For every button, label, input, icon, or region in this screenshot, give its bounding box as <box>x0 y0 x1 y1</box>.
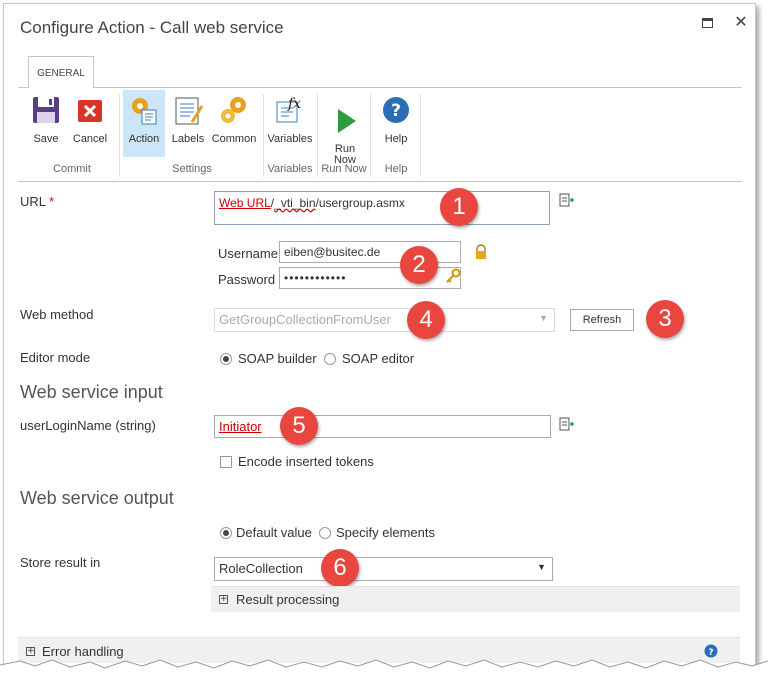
labels-label: Labels <box>171 133 205 145</box>
group-run-now-label: Run Now <box>321 163 367 175</box>
soap-builder-label: SOAP builder <box>238 351 317 366</box>
cancel-label: Cancel <box>72 133 108 145</box>
refresh-button[interactable]: Refresh <box>570 309 634 331</box>
param-input[interactable]: Initiator <box>214 415 551 438</box>
close-icon: ✕ <box>734 14 748 31</box>
variables-button[interactable]: fx Variables <box>266 94 314 145</box>
web-service-input-heading: Web service input <box>20 382 163 402</box>
store-result-select[interactable]: RoleCollection ▼ <box>214 557 553 581</box>
username-label: Username <box>218 246 278 261</box>
default-value-label: Default value <box>236 525 312 540</box>
callout-1: 1 <box>440 188 478 226</box>
ribbon-separator <box>119 94 120 177</box>
save-label: Save <box>33 133 59 145</box>
help-icon: ? <box>383 97 409 123</box>
soap-editor-radio[interactable] <box>324 353 336 365</box>
default-value-radio[interactable] <box>220 527 232 539</box>
url-label: URL * <box>20 194 55 209</box>
common-button[interactable]: Common <box>211 94 257 145</box>
labels-button[interactable]: Labels <box>169 94 207 145</box>
tab-general[interactable]: GENERAL <box>28 56 94 88</box>
chevron-down-icon: ▼ <box>539 313 548 323</box>
help-label: Help <box>384 133 408 145</box>
svg-text:?: ? <box>391 101 401 121</box>
web-service-output-heading: Web service output <box>20 488 174 508</box>
dialog-title: Configure Action - Call web service <box>20 18 284 37</box>
password-label: Password <box>218 272 276 287</box>
maximize-icon <box>702 18 713 28</box>
initiator-token[interactable]: Initiator <box>219 419 262 434</box>
specify-elements-label: Specify elements <box>336 525 435 540</box>
svg-text:fx: fx <box>287 96 301 112</box>
action-gears-icon <box>132 98 157 125</box>
group-variables-label: Variables <box>267 163 313 175</box>
callout-5: 5 <box>280 407 318 445</box>
ribbon: Save Cancel Commit Action Labels Common … <box>18 87 742 182</box>
required-marker: * <box>49 194 55 209</box>
key-icon[interactable] <box>445 268 461 284</box>
insert-reference-icon[interactable] <box>559 192 575 208</box>
url-input[interactable]: Web URL/_vti_bin/usergroup.asmx <box>214 191 550 225</box>
result-processing-bar[interactable]: + Result processing <box>211 586 740 612</box>
group-help-label: Help <box>384 163 408 175</box>
callout-6: 6 <box>321 549 359 587</box>
expand-plus-icon: + <box>219 594 228 604</box>
torn-edge <box>0 659 768 695</box>
url-token[interactable]: Web URL <box>219 196 271 210</box>
editor-mode-label: Editor mode <box>20 350 91 365</box>
maximize-button[interactable] <box>697 12 719 34</box>
labels-notepad-icon <box>175 97 204 125</box>
insert-reference-icon[interactable] <box>559 416 575 432</box>
common-label: Common <box>211 133 257 145</box>
group-settings-label: Settings <box>172 163 212 175</box>
param-label: userLoginName (string) <box>20 418 156 433</box>
web-method-select[interactable]: GetGroupCollectionFromUser ▼ <box>214 308 555 332</box>
close-button[interactable]: ✕ <box>730 12 752 34</box>
floppy-disk-icon <box>33 97 59 123</box>
configure-action-dialog: Configure Action - Call web service ✕ GE… <box>3 3 756 691</box>
ribbon-separator <box>420 94 421 177</box>
action-button[interactable]: Action <box>123 90 165 157</box>
variables-label: Variables <box>267 133 313 145</box>
encode-tokens-checkbox[interactable] <box>220 456 232 468</box>
play-icon <box>338 109 356 133</box>
soap-editor-label: SOAP editor <box>342 351 415 366</box>
callout-4: 4 <box>407 301 445 339</box>
ribbon-separator <box>263 94 264 177</box>
save-button[interactable]: Save <box>28 94 64 145</box>
web-method-label: Web method <box>20 307 94 322</box>
callout-2: 2 <box>400 246 438 284</box>
store-result-label: Store result in <box>20 555 101 570</box>
chevron-down-icon: ▼ <box>537 562 546 572</box>
cancel-button[interactable]: Cancel <box>70 94 110 145</box>
ribbon-separator <box>370 94 371 177</box>
lock-icon <box>476 244 486 259</box>
ribbon-separator <box>317 94 318 177</box>
help-button[interactable]: ? Help <box>376 94 416 145</box>
encode-tokens-label: Encode inserted tokens <box>238 454 374 469</box>
specify-elements-radio[interactable] <box>319 527 331 539</box>
soap-builder-radio[interactable] <box>220 353 232 365</box>
action-label: Action <box>128 133 160 145</box>
callout-3: 3 <box>646 300 684 338</box>
variables-fx-icon: fx <box>276 96 301 123</box>
common-gears-icon <box>221 97 246 123</box>
group-commit-label: Commit <box>53 163 91 175</box>
cancel-icon <box>78 100 102 122</box>
result-processing-label: Result processing <box>236 592 340 607</box>
